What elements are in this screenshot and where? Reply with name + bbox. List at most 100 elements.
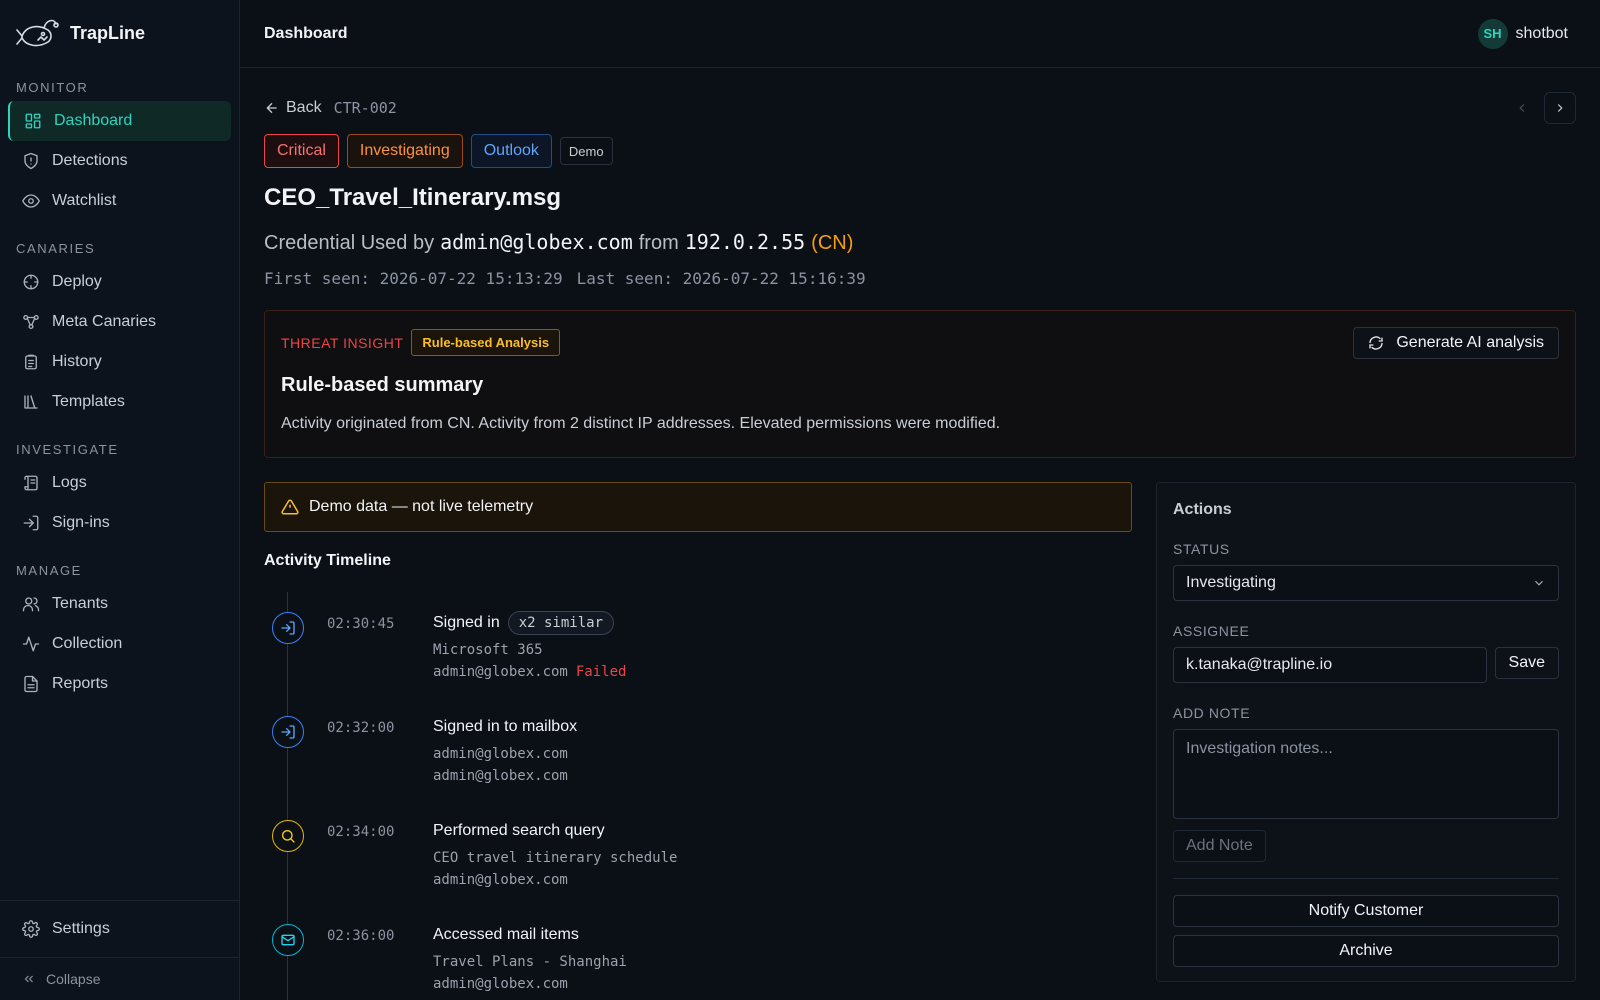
back-button[interactable]: Back xyxy=(264,99,322,117)
page-title: CEO_Travel_Itinerary.msg xyxy=(264,184,562,211)
library-icon xyxy=(24,395,38,409)
sidebar-item-sign-ins[interactable]: Sign-ins xyxy=(8,503,231,543)
subtitle-from: from xyxy=(638,232,679,254)
sidebar-item-detections[interactable]: Detections xyxy=(8,141,231,181)
page-header-title: Dashboard xyxy=(264,24,348,42)
timeline-event-time: 02:34:00 xyxy=(327,824,395,840)
sidebar-item-history[interactable]: History xyxy=(8,342,231,382)
nav-section-monitor: MONITOR Dashboard Detections Watchlist xyxy=(0,80,239,221)
pager xyxy=(1506,92,1576,124)
assignee-label: ASSIGNEE xyxy=(1173,623,1250,639)
sidebar-footer: Settings Collapse xyxy=(0,900,239,1000)
timeline-event-icon xyxy=(272,924,304,956)
note-label: ADD NOTE xyxy=(1173,705,1251,721)
first-seen: First seen: 2026-07-22 15:13:29 xyxy=(264,269,563,288)
sidebar-item-templates[interactable]: Templates xyxy=(8,382,231,422)
brand[interactable]: TrapLine xyxy=(0,0,239,66)
seen-timestamps: First seen: 2026-07-22 15:13:29 Last see… xyxy=(264,269,1576,288)
next-button[interactable] xyxy=(1544,92,1576,124)
source-badge: Outlook xyxy=(470,134,552,168)
login-icon xyxy=(281,725,295,739)
insight-label: THREAT INSIGHT xyxy=(281,334,404,351)
sidebar-item-label: Settings xyxy=(52,920,110,937)
topbar: Dashboard SH shotbot xyxy=(240,0,1600,68)
sidebar-item-deploy[interactable]: Deploy xyxy=(8,262,231,302)
username: shotbot xyxy=(1515,24,1568,42)
timeline-event-actor: admin@globex.com xyxy=(433,976,627,992)
timeline-event[interactable]: 02:36:00 Accessed mail items Travel Plans … xyxy=(264,904,1132,1000)
back-label: Back xyxy=(286,99,322,116)
arrow-left-icon xyxy=(266,102,277,114)
nav-section-heading: INVESTIGATE xyxy=(16,442,119,457)
add-note-button[interactable]: Add Note xyxy=(1173,830,1266,862)
sidebar-item-settings[interactable]: Settings xyxy=(8,909,231,949)
dashboard-icon xyxy=(25,113,41,129)
timeline-event-time: 02:30:45 xyxy=(327,616,395,632)
timeline-event[interactable]: 02:32:00 Signed in to mailbox admin@globex… xyxy=(264,696,1132,800)
sidebar-item-label: Deploy xyxy=(52,273,102,290)
generate-ai-analysis-button[interactable]: Generate AI analysis xyxy=(1353,327,1559,359)
collapse-button[interactable]: Collapse xyxy=(0,958,239,1000)
nav-section-heading: MANAGE xyxy=(16,563,82,578)
nav-section-heading: MONITOR xyxy=(16,80,89,95)
scroll-icon xyxy=(24,475,38,491)
refresh-icon xyxy=(1369,336,1384,350)
notify-customer-button[interactable]: Notify Customer xyxy=(1173,895,1559,927)
actor-email: admin@globex.com xyxy=(433,768,568,784)
file-icon xyxy=(24,675,38,693)
similar-count-chip[interactable]: x2 similar xyxy=(507,611,615,635)
actions-divider xyxy=(1173,878,1559,879)
archive-button[interactable]: Archive xyxy=(1173,935,1559,967)
status-select[interactable]: Investigating xyxy=(1173,565,1559,601)
sidebar-divider xyxy=(0,900,239,901)
sidebar-item-tenants[interactable]: Tenants xyxy=(8,584,231,624)
detection-subtitle: Credential Used by admin@globex.com from… xyxy=(264,230,1576,255)
warning-text: Demo data — not live telemetry xyxy=(309,498,534,515)
sidebar-item-collection[interactable]: Collection xyxy=(8,624,231,664)
nav-section-manage: MANAGE Tenants Collection Reports xyxy=(0,563,239,704)
previous-button[interactable] xyxy=(1506,92,1538,124)
main: Dashboard SH shotbot Back CTR-002 Critic… xyxy=(240,0,1600,1000)
anglerfish-logo-icon xyxy=(16,19,59,47)
chevrons-left-icon xyxy=(24,975,33,983)
assignee-input[interactable] xyxy=(1173,647,1487,683)
crosshair-icon xyxy=(23,274,39,290)
user-menu[interactable]: SH shotbot xyxy=(1477,18,1568,49)
timeline-event-detail: CEO travel itinerary schedule xyxy=(433,850,678,866)
timeline-event-icon xyxy=(272,612,304,644)
timeline-event[interactable]: 02:30:45 Signed in x2 similar Microsoft 365… xyxy=(264,592,1132,696)
timeline-event-detail: Microsoft 365 xyxy=(433,642,543,658)
sidebar-item-logs[interactable]: Logs xyxy=(8,463,231,503)
badge-row: Critical Investigating Outlook Demo xyxy=(264,134,1576,168)
timeline-event-header: Signed in to mailbox xyxy=(433,714,577,740)
timeline-event-actor: admin@globex.com xyxy=(433,768,577,784)
sidebar-item-watchlist[interactable]: Watchlist xyxy=(8,181,231,221)
note-textarea[interactable] xyxy=(1173,729,1559,819)
avatar: SH xyxy=(1477,18,1508,49)
actions-panel: Actions STATUS Investigating ASSIGNEE Sa… xyxy=(1156,482,1576,982)
mail-icon xyxy=(281,934,295,946)
nodes-icon xyxy=(23,314,39,330)
timeline-event-body: Signed in to mailbox admin@globex.com admi… xyxy=(433,714,577,800)
last-seen: Last seen: 2026-07-22 15:16:39 xyxy=(576,269,866,288)
timeline-event-title: Performed search query xyxy=(433,822,605,839)
analysis-type-chip: Rule-based Analysis xyxy=(411,329,561,356)
sidebar-item-dashboard[interactable]: Dashboard xyxy=(8,101,231,141)
sidebar-item-meta-canaries[interactable]: Meta Canaries xyxy=(8,302,231,342)
save-button[interactable]: Save xyxy=(1494,647,1559,679)
users-icon xyxy=(22,597,40,612)
actor-email: admin@globex.com xyxy=(433,664,568,680)
status-badge: Investigating xyxy=(346,134,463,168)
eye-icon xyxy=(22,194,40,208)
sidebar-item-label: Detections xyxy=(52,152,128,169)
sidebar-item-label: Watchlist xyxy=(52,192,117,209)
timeline-event-detail: admin@globex.com xyxy=(433,746,568,762)
detail-content: Back CTR-002 Critical Investigating Outl… xyxy=(240,88,1600,1000)
source-ip: 192.0.2.55 xyxy=(684,230,806,254)
demo-badge: Demo xyxy=(559,137,613,165)
shield-icon xyxy=(24,152,38,170)
sidebar-item-reports[interactable]: Reports xyxy=(8,664,231,704)
timeline-event-actor: admin@globex.com Failed xyxy=(433,664,626,680)
timeline-event[interactable]: 02:34:00 Performed search query CEO travel… xyxy=(264,800,1132,904)
back-group: Back CTR-002 xyxy=(264,99,397,117)
